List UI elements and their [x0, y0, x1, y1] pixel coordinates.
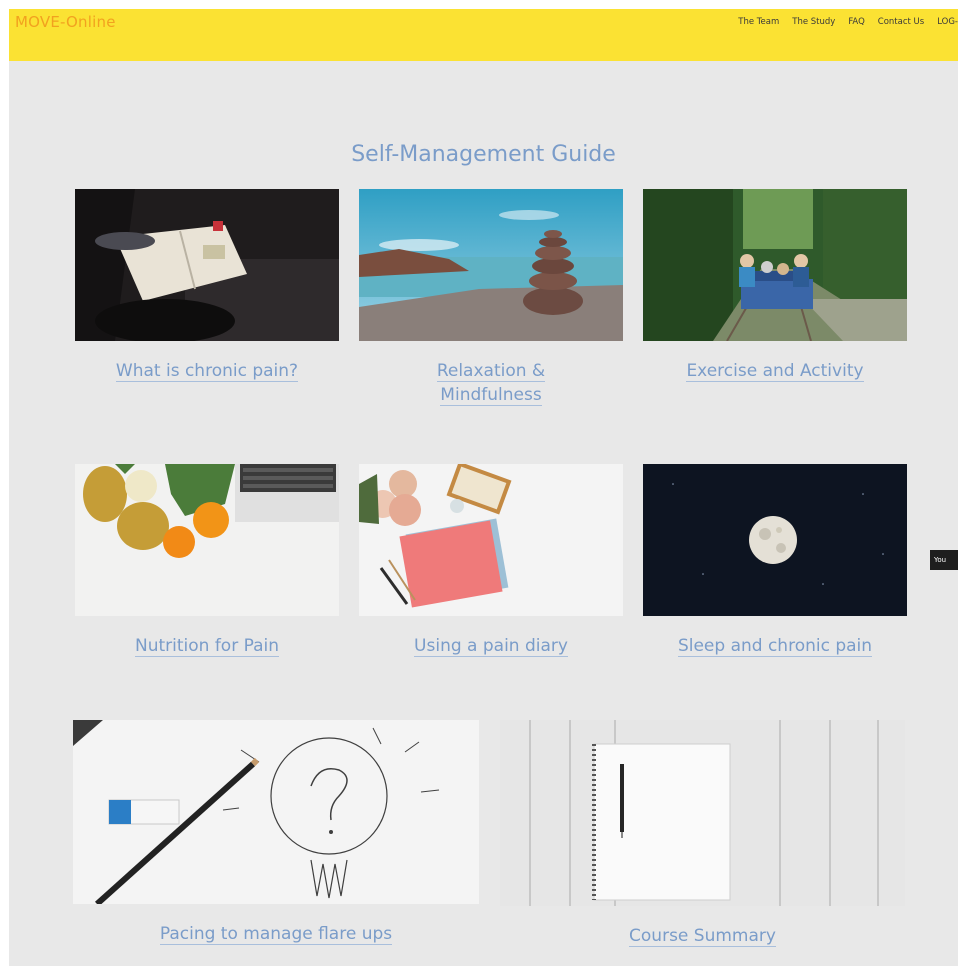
- page-title: Self-Management Guide: [351, 142, 616, 167]
- card-image-sleep[interactable]: [643, 464, 907, 616]
- nav-log-in[interactable]: LOG-: [937, 17, 958, 27]
- nav-contact-us[interactable]: Contact Us: [878, 17, 924, 27]
- brand-logo[interactable]: MOVE-Online: [15, 13, 116, 31]
- card-link-pacing[interactable]: Pacing to manage flare ups: [73, 922, 479, 946]
- top-bar: MOVE-Online The Team The Study FAQ Conta…: [9, 9, 958, 61]
- card-link-chronic-pain[interactable]: What is chronic pain?: [75, 359, 339, 383]
- nav-the-study[interactable]: The Study: [792, 17, 835, 27]
- card-link-nutrition[interactable]: Nutrition for Pain: [75, 634, 339, 658]
- card-link-pain-diary[interactable]: Using a pain diary: [359, 634, 623, 658]
- card-image-relaxation[interactable]: [359, 189, 623, 341]
- card-image-exercise[interactable]: [643, 189, 907, 341]
- page-frame: MOVE-Online The Team The Study FAQ Conta…: [9, 9, 958, 966]
- nav-faq[interactable]: FAQ: [848, 17, 864, 27]
- card-image-pacing[interactable]: [73, 720, 479, 904]
- main-nav: The Team The Study FAQ Contact Us LOG-: [725, 17, 958, 27]
- nav-the-team[interactable]: The Team: [738, 17, 779, 27]
- card-image-pain-diary[interactable]: [359, 464, 623, 616]
- card-link-exercise[interactable]: Exercise and Activity: [643, 359, 907, 383]
- card-image-course-summary[interactable]: [500, 720, 905, 906]
- side-tooltip: You: [930, 550, 958, 570]
- card-link-course-summary[interactable]: Course Summary: [500, 924, 905, 948]
- card-image-nutrition[interactable]: [75, 464, 339, 616]
- card-image-chronic-pain[interactable]: [75, 189, 339, 341]
- card-link-relaxation[interactable]: Relaxation & Mindfulness: [409, 359, 573, 407]
- card-link-sleep[interactable]: Sleep and chronic pain: [643, 634, 907, 658]
